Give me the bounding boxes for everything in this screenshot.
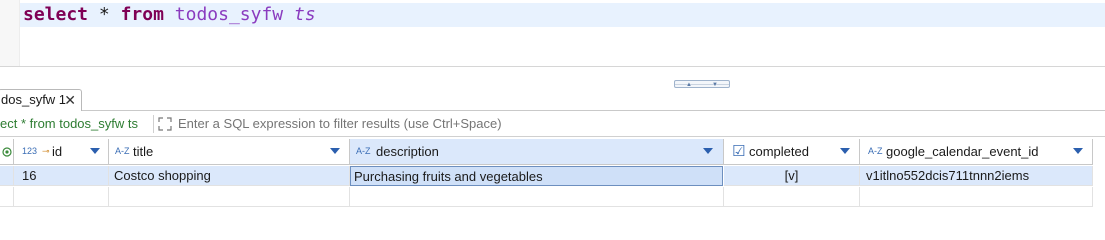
filter-divider	[153, 115, 154, 133]
cell-description[interactable]: Purchasing fruits and vegetables	[350, 166, 723, 186]
row-header-corner[interactable]	[0, 139, 14, 165]
sql-table-alias: ts	[293, 4, 316, 25]
text-type-icon: A-Z	[356, 146, 371, 156]
sql-keyword-from: from	[120, 4, 164, 25]
select-all-icon	[2, 147, 12, 157]
dropdown-arrow-icon[interactable]	[703, 148, 713, 154]
text-type-icon: A-Z	[115, 146, 130, 156]
close-icon[interactable]: ✕	[64, 90, 76, 110]
column-header-completed[interactable]: ☑ completed	[724, 139, 860, 165]
empty-cell	[0, 187, 14, 207]
expand-icon[interactable]	[158, 117, 172, 131]
cell-title[interactable]: Costco shopping	[109, 166, 350, 186]
key-icon: ⊸	[42, 146, 50, 156]
dropdown-arrow-icon[interactable]	[1073, 148, 1083, 154]
checkbox-type-icon: ☑	[732, 143, 746, 160]
sql-editor[interactable]: select * from todos_syfw ts	[0, 0, 1105, 68]
row-number-cell[interactable]	[0, 166, 14, 186]
column-header-title[interactable]: A-Z title	[109, 139, 350, 165]
column-header-google-calendar-event-id[interactable]: A-Z google_calendar_event_id	[860, 139, 1093, 165]
column-header-label: description	[376, 144, 439, 159]
empty-cell	[350, 187, 724, 207]
empty-cell	[724, 187, 860, 207]
column-header-id[interactable]: 123 ⊸ id	[14, 139, 109, 165]
sql-table-name: todos_syfw	[174, 4, 284, 25]
results-tab-label: dos_syfw 1	[1, 92, 67, 107]
text-type-icon: A-Z	[868, 146, 883, 156]
column-header-description[interactable]: A-Z description	[350, 139, 724, 165]
results-grid: 123 ⊸ id A-Z title A-Z description ☑ com…	[0, 139, 1105, 210]
results-tabbar: dos_syfw 1 ✕	[0, 87, 1105, 111]
column-header-label: id	[52, 144, 63, 159]
filter-input[interactable]	[178, 116, 1078, 131]
results-tab[interactable]: dos_syfw 1 ✕	[0, 89, 82, 111]
column-header-label: title	[133, 144, 154, 159]
sql-keyword-select: select	[23, 4, 89, 25]
editor-gutter	[0, 0, 20, 68]
empty-cell	[14, 187, 109, 207]
cell-completed[interactable]: [v]	[724, 166, 860, 186]
sql-star: *	[98, 4, 110, 25]
dropdown-arrow-icon[interactable]	[840, 148, 850, 154]
column-header-label: google_calendar_event_id	[886, 144, 1039, 159]
sql-current-line[interactable]: select * from todos_syfw ts	[20, 3, 1105, 27]
column-header-label: completed	[749, 144, 809, 159]
filter-bar: ect * from todos_syfw ts	[0, 112, 1105, 137]
cell-id[interactable]: 16	[14, 166, 109, 186]
active-query-label[interactable]: ect * from todos_syfw ts	[0, 116, 138, 131]
cell-google-calendar-event-id[interactable]: v1itlno552dcis711tnnn2iems	[860, 166, 1093, 186]
dropdown-arrow-icon[interactable]	[90, 148, 100, 154]
empty-cell	[860, 187, 1093, 207]
numeric-type-icon: 123	[22, 146, 38, 156]
empty-cell	[109, 187, 350, 207]
dropdown-arrow-icon[interactable]	[330, 148, 340, 154]
